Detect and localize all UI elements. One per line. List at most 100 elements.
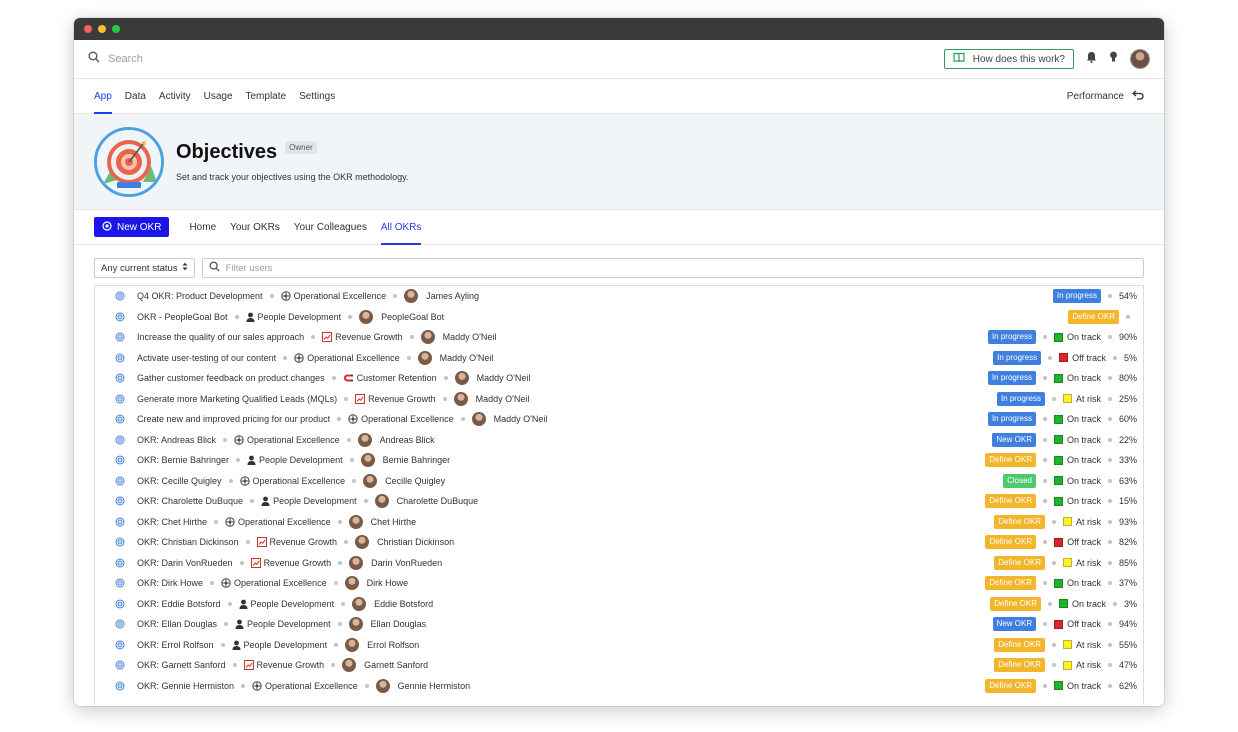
okr-row[interactable]: Increase the quality of our sales approa… [95, 327, 1143, 348]
okr-row[interactable]: OKR: Charolette DuBuque People Developmen… [95, 491, 1143, 512]
okr-title[interactable]: OKR: Cecille Quigley [137, 476, 222, 486]
okr-row[interactable]: Q4 OKR: Product Development Operational E… [95, 286, 1143, 307]
okr-title[interactable]: OKR: Eddie Botsford [137, 599, 221, 609]
okr-owner[interactable]: Maddy O'Neil [494, 414, 548, 424]
okr-row[interactable]: OKR: Bernie Bahringer People Development B… [95, 450, 1143, 471]
okr-title[interactable]: OKR - PeopleGoal Bot [137, 312, 228, 322]
okr-owner[interactable]: Ellan Douglas [371, 619, 427, 629]
okr-row[interactable]: Generate more Marketing Qualified Leads … [95, 389, 1143, 410]
okr-owner[interactable]: Garnett Sanford [364, 660, 428, 670]
okr-row[interactable]: OKR: Dirk Howe Operational Excellence Dirk… [95, 573, 1143, 594]
status-select[interactable]: Any current status [94, 258, 195, 278]
okr-title[interactable]: OKR: Ellan Douglas [137, 619, 217, 629]
okr-owner[interactable]: Maddy O'Neil [440, 353, 494, 363]
okr-row[interactable]: OKR: Gennie Hermiston Operational Excelle… [95, 676, 1143, 697]
tab-data[interactable]: Data [125, 79, 146, 114]
okr-owner[interactable]: Dirk Howe [367, 578, 409, 588]
okr-row[interactable]: Gather customer feedback on product chan… [95, 368, 1143, 389]
gear-icon [294, 353, 304, 363]
okr-owner[interactable]: Maddy O'Neil [443, 332, 497, 342]
okr-row[interactable]: OKR: Darin VonRueden Revenue Growth Darin … [95, 553, 1143, 574]
gear-icon [348, 414, 358, 424]
target-icon [115, 353, 125, 363]
okr-row[interactable]: OKR: Andreas Blick Operational Excellence… [95, 430, 1143, 451]
track-label: On track [1066, 373, 1101, 384]
new-okr-button[interactable]: New OKR [94, 217, 170, 237]
okr-title[interactable]: Activate user-testing of our content [137, 353, 276, 363]
okr-title[interactable]: Create new and improved pricing for our … [137, 414, 330, 424]
okr-title[interactable]: OKR: Gennie Hermiston [137, 681, 234, 691]
okr-title[interactable]: OKR: Dirk Howe [137, 578, 203, 588]
tab-settings[interactable]: Settings [299, 79, 335, 114]
new-okr-label: New OKR [117, 221, 162, 233]
okr-owner[interactable]: Maddy O'Neil [477, 373, 531, 383]
okr-title[interactable]: Increase the quality of our sales approa… [137, 332, 304, 342]
tab-template[interactable]: Template [246, 79, 287, 114]
okr-title[interactable]: OKR: Bernie Bahringer [137, 455, 229, 465]
okr-owner[interactable]: Darin VonRueden [371, 558, 442, 568]
okr-owner[interactable]: Gennie Hermiston [398, 681, 471, 691]
okr-owner[interactable]: James Ayling [426, 291, 479, 301]
okr-row[interactable]: Create new and improved pricing for our … [95, 409, 1143, 430]
performance-link[interactable]: Performance [1067, 90, 1144, 103]
how-does-this-work-button[interactable]: How does this work? [943, 49, 1074, 69]
okr-title[interactable]: OKR: Andreas Blick [137, 435, 216, 445]
okr-row[interactable]: OKR: Ellan Douglas People Development Ella… [95, 614, 1143, 635]
category-label: Operational Excellence [252, 475, 346, 486]
track-label: Off track [1072, 352, 1106, 363]
okr-title[interactable]: Gather customer feedback on product chan… [137, 373, 325, 383]
separator-dot [337, 622, 342, 627]
user-avatar[interactable] [1130, 49, 1150, 69]
okr-title[interactable]: OKR: Charolette DuBuque [137, 496, 243, 506]
tab-all-okrs[interactable]: All OKRs [380, 210, 421, 245]
okr-owner[interactable]: PeopleGoal Bot [381, 312, 444, 322]
progress-percent: 33% [1118, 455, 1137, 466]
okr-row[interactable]: OKR: Errol Rolfson People Development Erro… [95, 635, 1143, 656]
okr-title[interactable]: OKR: Christian Dickinson [137, 537, 239, 547]
okr-title[interactable]: OKR: Garnett Sanford [137, 660, 226, 670]
maximize-window-button[interactable] [112, 25, 120, 33]
tab-home[interactable]: Home [189, 210, 216, 245]
okr-owner[interactable]: Christian Dickinson [377, 537, 454, 547]
tab-usage[interactable]: Usage [204, 79, 233, 114]
okr-owner[interactable]: Andreas Blick [380, 435, 435, 445]
person-icon [235, 619, 244, 630]
okr-owner[interactable]: Bernie Bahringer [383, 455, 451, 465]
track-label: At risk [1075, 516, 1101, 527]
okr-owner[interactable]: Chet Hirthe [371, 517, 417, 527]
okr-row[interactable]: OKR: Christian Dickinson Revenue Growth Ch… [95, 532, 1143, 553]
search-input[interactable] [108, 53, 408, 65]
lightbulb-icon[interactable] [1109, 50, 1118, 68]
target-icon [115, 578, 125, 588]
filter-users-input[interactable] [225, 262, 1137, 274]
okr-title[interactable]: OKR: Chet Hirthe [137, 517, 207, 527]
okr-owner[interactable]: Cecille Quigley [385, 476, 445, 486]
okr-title[interactable]: OKR: Errol Rolfson [137, 640, 214, 650]
okr-owner[interactable]: Eddie Botsford [374, 599, 433, 609]
okr-row[interactable]: OKR: Eddie Botsford People Development Edd… [95, 594, 1143, 615]
close-window-button[interactable] [84, 25, 92, 33]
tab-your-okrs[interactable]: Your OKRs [230, 210, 280, 245]
separator-dot [214, 519, 219, 524]
okr-row[interactable]: OKR: Garnett Sanford Revenue Growth Garnet… [95, 655, 1143, 676]
okr-owner[interactable]: Charolette DuBuque [397, 496, 479, 506]
okr-row[interactable]: OKR: Cecille Quigley Operational Excellen… [95, 471, 1143, 492]
okr-title[interactable]: Q4 OKR: Product Development [137, 291, 263, 301]
progress-percent: 62% [1118, 680, 1137, 691]
okr-row[interactable]: Activate user-testing of our content Oper… [95, 348, 1143, 369]
track-label: On track [1066, 332, 1101, 343]
tab-your-colleagues[interactable]: Your Colleagues [294, 210, 367, 245]
okr-title[interactable]: OKR: Darin VonRueden [137, 558, 233, 568]
bell-icon[interactable] [1086, 50, 1097, 68]
tab-app[interactable]: App [94, 79, 112, 114]
minimize-window-button[interactable] [98, 25, 106, 33]
okr-owner[interactable]: Maddy O'Neil [476, 394, 530, 404]
separator-dot [1042, 458, 1047, 463]
separator-dot [1042, 437, 1047, 442]
filter-users-field[interactable] [201, 258, 1144, 278]
okr-owner[interactable]: Errol Rolfson [367, 640, 419, 650]
okr-row[interactable]: OKR: Chet Hirthe Operational Excellence Ch… [95, 512, 1143, 533]
tab-activity[interactable]: Activity [159, 79, 191, 114]
okr-row[interactable]: OKR - PeopleGoal Bot People Development Pe… [95, 307, 1143, 328]
okr-title[interactable]: Generate more Marketing Qualified Leads … [137, 394, 337, 404]
